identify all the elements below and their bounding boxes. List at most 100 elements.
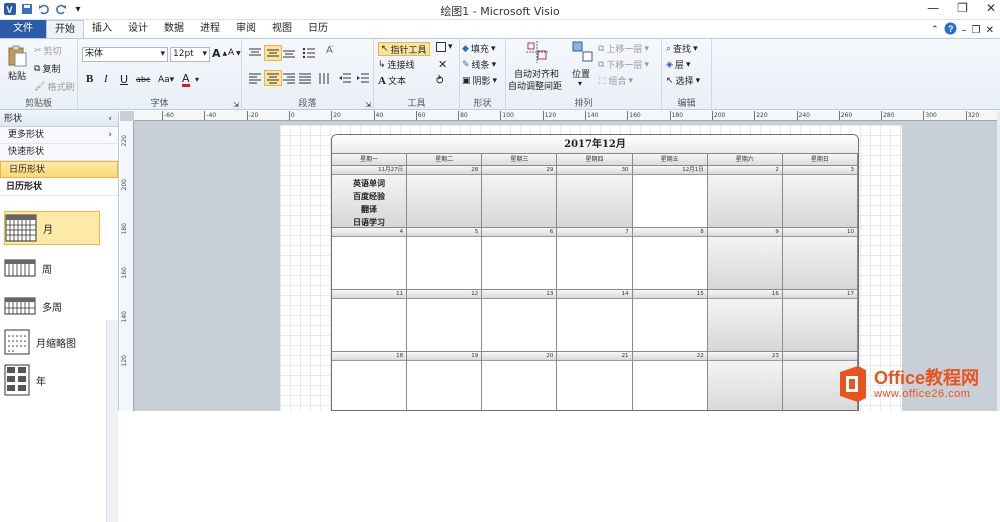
text-direction-button[interactable]: A͘ <box>326 45 333 56</box>
tab-design[interactable]: 设计 <box>120 20 156 38</box>
send-backward-button[interactable]: ⧉ 下移一层 ▾ <box>598 58 649 72</box>
day-note[interactable]: 英语单词 百度经验 翻译 日语学习 <box>332 177 406 229</box>
grow-font-button[interactable]: A ▲ <box>212 47 227 60</box>
align-left-button[interactable] <box>248 72 262 84</box>
calendar-day-cell[interactable]: 30 <box>557 166 633 227</box>
paste-button[interactable]: 粘贴 <box>6 45 28 82</box>
cut-button[interactable]: ✂ 剪切 <box>34 44 62 58</box>
find-button[interactable]: ⌕ 查找 ▾ <box>666 42 698 56</box>
collapse-pane-icon[interactable]: ‹ <box>108 111 112 127</box>
quick-shapes-row[interactable]: 快速形状 <box>0 144 118 161</box>
calendar-day-cell[interactable]: 28 <box>407 166 483 227</box>
align-top-button[interactable] <box>248 47 262 59</box>
window-minimize-icon[interactable]: – <box>962 25 967 36</box>
align-middle-button[interactable] <box>264 45 282 61</box>
close-x-icon[interactable]: ✕ <box>438 58 447 71</box>
calendar-shapes-row[interactable]: 日历形状 <box>0 161 118 178</box>
decrease-indent-button[interactable] <box>338 72 352 84</box>
close-button[interactable]: ✕ <box>986 1 996 15</box>
stencil-item-month[interactable]: 月 <box>4 211 100 245</box>
auto-space-label[interactable]: 自动调整间距 <box>508 79 562 92</box>
connector-button[interactable]: ↳ 连接线 <box>378 58 415 72</box>
bold-button[interactable]: B <box>86 73 93 85</box>
align-right-button[interactable] <box>282 72 296 84</box>
calendar-day-cell[interactable]: 19 <box>407 352 483 410</box>
tab-review[interactable]: 审阅 <box>228 20 264 38</box>
tab-insert[interactable]: 插入 <box>84 20 120 38</box>
calendar-day-cell[interactable]: 8 <box>632 228 708 289</box>
underline-button[interactable]: U <box>120 73 128 86</box>
bring-forward-button[interactable]: ⧉ 上移一层 ▾ <box>598 42 649 56</box>
restore-button[interactable]: ❐ <box>957 1 968 15</box>
calendar-day-cell[interactable]: 21 <box>557 352 633 410</box>
italic-button[interactable]: I <box>104 73 108 85</box>
group-button[interactable]: ⬚ 组合 ▾ <box>598 74 633 88</box>
tab-file[interactable]: 文件 <box>0 20 46 38</box>
calendar-shape[interactable]: 2017年12月 星期一 星期二 星期三 星期四 星期五 星期六 星期日 11月… <box>331 134 859 411</box>
calendar-day-cell[interactable]: 7 <box>557 228 633 289</box>
calendar-day-cell[interactable]: 5 <box>407 228 483 289</box>
rectangle-tool-button[interactable]: ▾ <box>436 42 453 52</box>
calendar-day-cell[interactable]: 9 <box>707 228 783 289</box>
minimize-button[interactable]: — <box>927 1 939 15</box>
shrink-font-button[interactable]: A ▼ <box>228 48 241 58</box>
calendar-day-cell[interactable]: 3 <box>782 166 858 227</box>
format-painter-button[interactable]: 🖌 格式刷 <box>34 80 74 94</box>
calendar-day-cell[interactable]: 13 <box>482 290 558 351</box>
strikethrough-button[interactable]: abc <box>136 75 150 84</box>
increase-indent-button[interactable] <box>356 72 370 84</box>
font-dialog-launcher[interactable]: ⇲ <box>233 101 239 109</box>
calendar-day-cell[interactable]: 23 <box>707 352 783 410</box>
font-name-select[interactable]: 宋体 ▾ <box>82 47 168 62</box>
stencil-scrollbar[interactable] <box>106 320 118 522</box>
select-button[interactable]: ↖ 选择 ▾ <box>666 74 700 88</box>
font-color-button[interactable]: A <box>182 73 190 87</box>
window-restore-icon[interactable]: ❐ <box>972 25 981 36</box>
help-icon[interactable]: ? <box>944 22 957 38</box>
line-button[interactable]: ✎ 线条 ▾ <box>462 58 496 72</box>
shadow-button[interactable]: ▣ 阴影 ▾ <box>462 74 497 88</box>
stencil-item-year[interactable]: 年 <box>4 363 100 397</box>
calendar-day-cell[interactable]: 11 <box>332 290 408 351</box>
stencil-item-week[interactable]: 周 <box>4 251 100 285</box>
text-tool-button[interactable]: A 文本 <box>378 74 406 88</box>
calendar-day-cell[interactable]: 10 <box>782 228 858 289</box>
calendar-day-cell[interactable]: 11月27日 英语单词 百度经验 翻译 日语学习 <box>332 166 408 229</box>
fill-button[interactable]: ◆ 填充 ▾ <box>462 42 495 56</box>
calendar-day-cell[interactable]: 4 <box>332 228 408 289</box>
calendar-day-cell[interactable]: 2 <box>707 166 783 227</box>
position-dropdown[interactable]: ▾ <box>578 79 582 88</box>
layers-button[interactable]: ◈ 层 ▾ <box>666 58 690 72</box>
tab-home[interactable]: 开始 <box>46 20 84 38</box>
font-color-dropdown[interactable]: ▾ <box>195 75 199 84</box>
minimize-ribbon-icon[interactable]: ⌃ <box>931 25 939 35</box>
columns-button[interactable] <box>318 72 332 84</box>
window-close-icon[interactable]: ✕ <box>986 25 994 36</box>
drawing-page[interactable]: 2017年12月 星期一 星期二 星期三 星期四 星期五 星期六 星期日 11月… <box>280 125 902 411</box>
font-size-select[interactable]: 12pt ▾ <box>170 47 210 62</box>
calendar-day-cell[interactable]: 18 <box>332 352 408 410</box>
calendar-day-cell[interactable]: 12 <box>407 290 483 351</box>
calendar-day-cell[interactable]: 29 <box>482 166 558 227</box>
calendar-day-cell[interactable]: 22 <box>632 352 708 410</box>
tab-data[interactable]: 数据 <box>156 20 192 38</box>
calendar-day-cell[interactable]: 14 <box>557 290 633 351</box>
tab-calendar[interactable]: 日历 <box>300 20 336 38</box>
align-bottom-button[interactable] <box>282 47 296 59</box>
tab-view[interactable]: 视图 <box>264 20 300 38</box>
justify-button[interactable] <box>298 72 312 84</box>
calendar-day-cell[interactable]: 17 <box>782 290 858 351</box>
connection-point-icon[interactable]: ⥁ <box>436 74 444 87</box>
calendar-day-cell[interactable]: 16 <box>707 290 783 351</box>
calendar-day-cell[interactable]: 15 <box>632 290 708 351</box>
bullets-button[interactable] <box>302 47 316 59</box>
calendar-day-cell[interactable]: 12月1日 <box>632 166 708 227</box>
tab-process[interactable]: 进程 <box>192 20 228 38</box>
copy-button[interactable]: ⧉ 复制 <box>34 62 60 76</box>
more-shapes-row[interactable]: 更多形状 › <box>0 127 118 144</box>
case-button[interactable]: Aa▾ <box>158 75 174 85</box>
pointer-tool-button[interactable]: ↖ 指针工具 <box>378 42 430 56</box>
stencil-item-multi-week[interactable]: 多周 <box>4 289 100 323</box>
calendar-day-cell[interactable]: 20 <box>482 352 558 410</box>
calendar-day-cell[interactable]: 6 <box>482 228 558 289</box>
